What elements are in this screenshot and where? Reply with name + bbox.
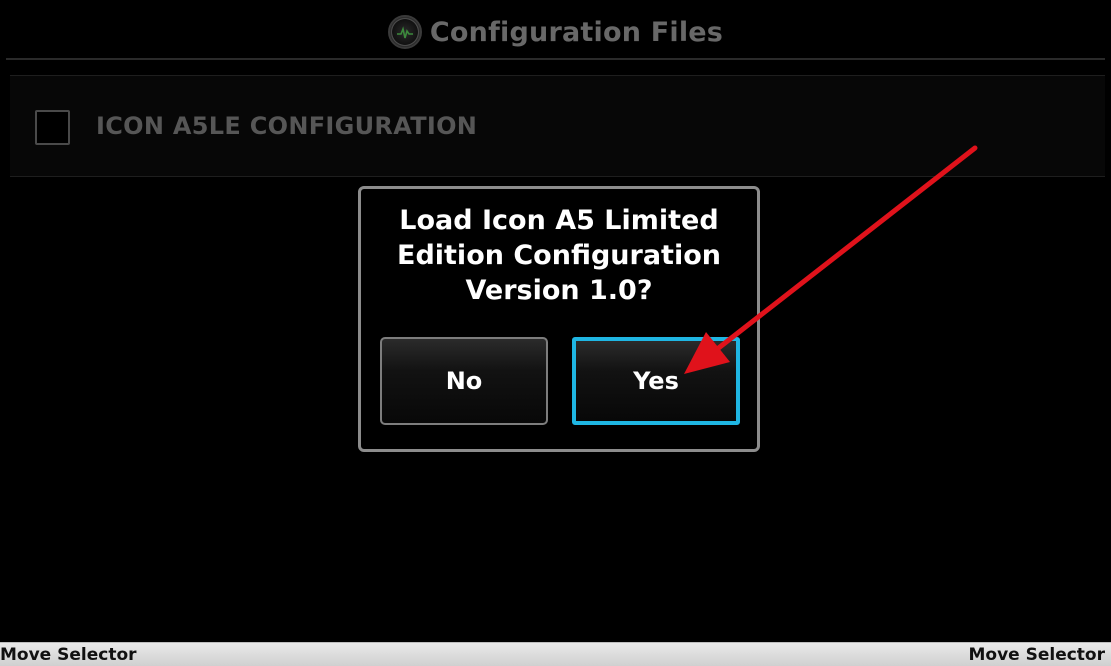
softkey-move-selector-left[interactable]: Move Selector: [0, 645, 137, 665]
no-button[interactable]: No: [380, 337, 548, 425]
confirm-dialog: Load Icon A5 Limited Edition Configurati…: [358, 186, 760, 452]
softkey-bar: Move Selector Move Selector: [0, 642, 1111, 666]
list-item-icon-a5le-configuration[interactable]: ICON A5LE CONFIGURATION: [10, 75, 1105, 177]
config-item-label: ICON A5LE CONFIGURATION: [96, 112, 478, 140]
page-title: Configuration Files: [429, 16, 724, 48]
title-bar: Configuration Files: [6, 6, 1105, 60]
dialog-message: Load Icon A5 Limited Edition Configurati…: [397, 205, 721, 306]
softkey-move-selector-right[interactable]: Move Selector: [968, 645, 1105, 665]
no-button-label: No: [445, 367, 483, 395]
yes-button[interactable]: Yes: [572, 337, 740, 425]
gauge-icon: [387, 15, 422, 49]
config-checkbox[interactable]: [35, 110, 70, 145]
yes-button-label: Yes: [633, 367, 679, 395]
